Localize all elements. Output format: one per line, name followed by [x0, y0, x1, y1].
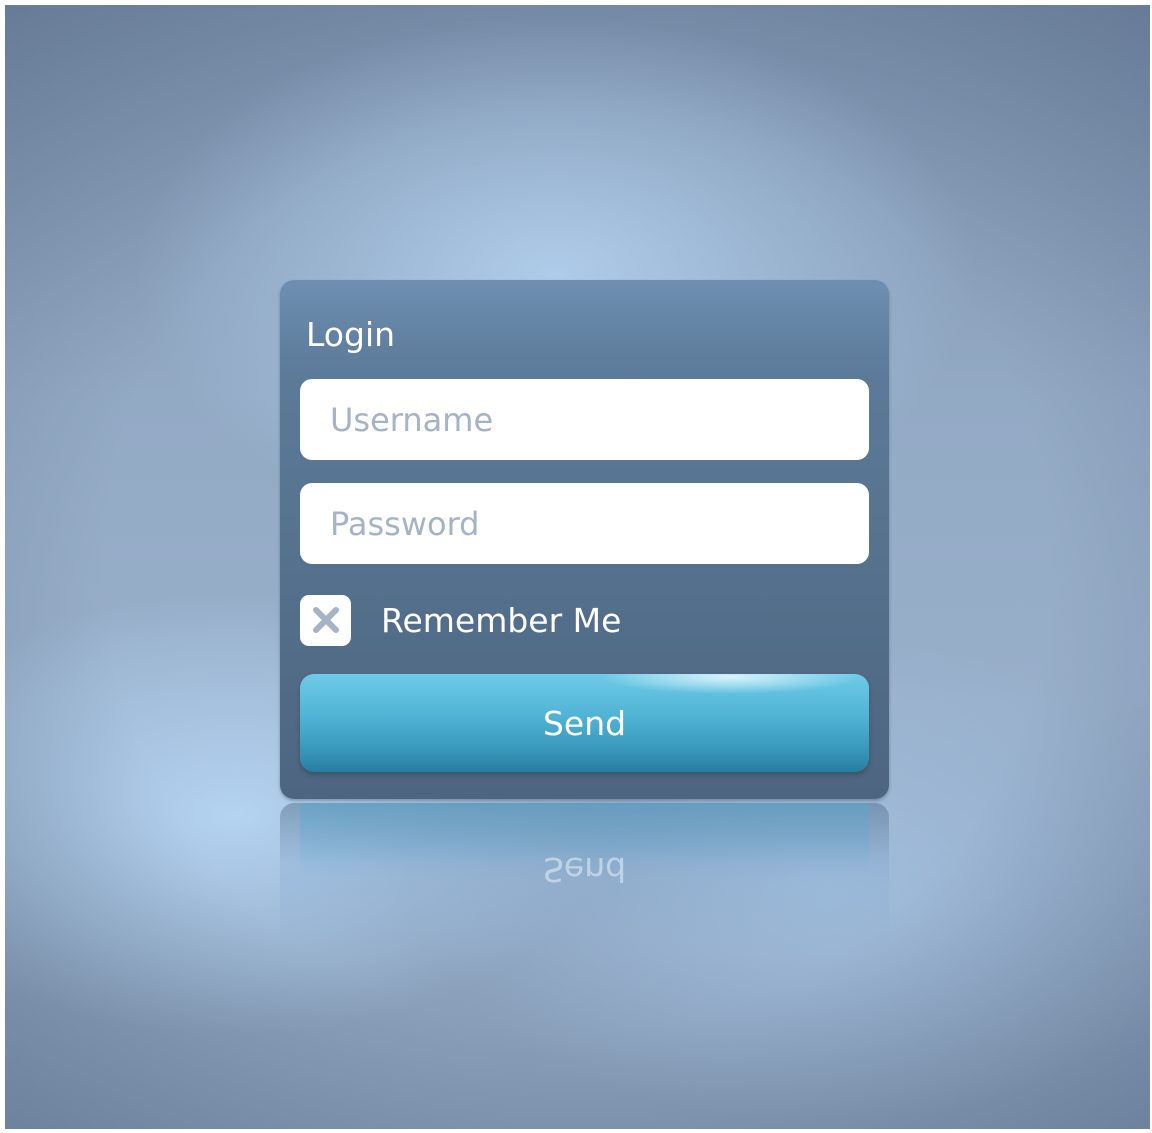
x-mark-icon	[312, 607, 339, 633]
background: Login Remember Me Send Send	[5, 5, 1150, 1129]
remember-me-checkbox[interactable]	[300, 594, 351, 646]
button-shine	[600, 674, 860, 694]
send-button-label: Send	[542, 703, 627, 743]
login-panel: Login Remember Me Send	[280, 280, 889, 799]
panel-reflection: Send	[280, 803, 889, 953]
login-title: Login	[306, 315, 396, 354]
username-input[interactable]	[300, 379, 869, 460]
send-reflection-text: Send	[542, 850, 627, 889]
remember-me-label: Remember Me	[381, 600, 622, 640]
button-reflection	[300, 803, 869, 878]
send-button[interactable]: Send	[300, 674, 869, 772]
remember-me-row: Remember Me	[300, 594, 621, 646]
password-input[interactable]	[300, 483, 869, 564]
